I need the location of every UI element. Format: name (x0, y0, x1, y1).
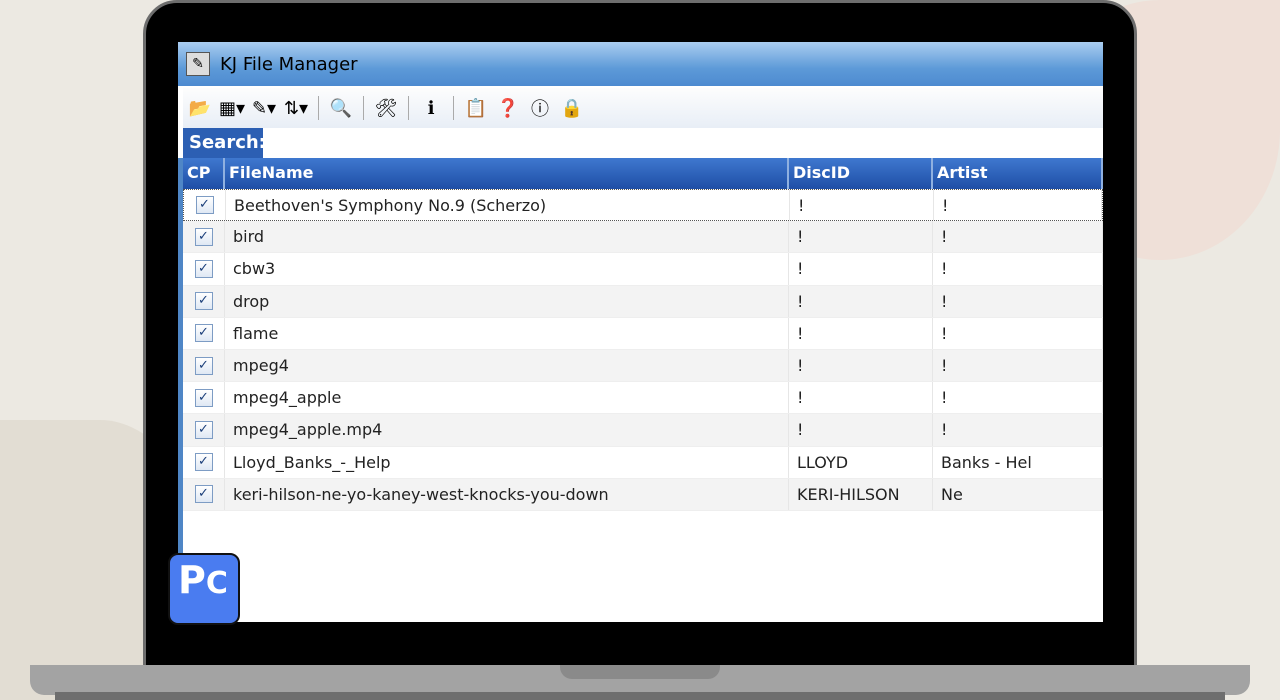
filename-cell: Lloyd_Banks_-_Help (225, 446, 789, 478)
toolbar-separator (453, 96, 454, 120)
column-header-artist[interactable]: Artist (933, 158, 1103, 189)
cp-checkbox[interactable]: ✓ (194, 453, 213, 472)
table-row[interactable]: ✓ Beethoven's Symphony No.9 (Scherzo) ! … (183, 189, 1103, 222)
cp-cell: ✓ (184, 190, 226, 221)
artist-cell: Ne (933, 478, 1103, 510)
table-row[interactable]: ✓ drop ! ! (183, 285, 1103, 318)
cp-checkbox[interactable]: ✓ (194, 227, 213, 246)
discid-cell: ! (789, 253, 933, 285)
cp-checkbox[interactable]: ✓ (194, 292, 213, 311)
table-view-icon[interactable]: ▦▾ (219, 95, 245, 121)
cp-cell: ✓ (183, 414, 225, 446)
artist-cell: ! (933, 414, 1103, 446)
search-input[interactable] (263, 128, 1103, 160)
filename-cell: flame (225, 317, 789, 349)
cp-checkbox[interactable]: ✓ (194, 259, 213, 278)
discid-cell: ! (789, 317, 933, 349)
cp-checkbox[interactable]: ✓ (194, 485, 213, 504)
table-row[interactable]: ✓ keri-hilson-ne-yo-kaney-west-knocks-yo… (183, 478, 1103, 511)
cp-checkbox[interactable]: ✓ (194, 388, 213, 407)
cp-cell: ✓ (183, 446, 225, 478)
discid-cell: ! (789, 221, 933, 253)
artist-cell: ! (933, 221, 1103, 253)
filename-cell: mpeg4 (225, 349, 789, 382)
discid-cell: ! (789, 382, 933, 414)
filename-cell: mpeg4_apple (225, 382, 789, 414)
filename-cell: keri-hilson-ne-yo-kaney-west-knocks-you-… (225, 478, 789, 510)
about-icon[interactable]: ⓘ (527, 95, 553, 121)
artist-cell: ! (933, 285, 1103, 317)
filename-cell: mpeg4_apple.mp4 (225, 414, 789, 446)
toolbar-separator (318, 96, 319, 120)
table-row[interactable]: ✓ cbw3 ! ! (183, 253, 1103, 286)
table-row[interactable]: ✓ mpeg4_apple ! ! (183, 382, 1103, 415)
cp-cell: ✓ (183, 382, 225, 414)
artist-cell: ! (933, 253, 1103, 285)
watermark-logo: PC (168, 553, 240, 625)
search-icon[interactable]: 🔍 (328, 95, 354, 121)
discid-cell: ! (789, 414, 933, 446)
discid-cell: ! (790, 190, 934, 221)
table-row[interactable]: ✓ Lloyd_Banks_-_Help LLOYD Banks - Hel (183, 446, 1103, 479)
grid-header: CP FileName DiscID Artist (183, 158, 1103, 189)
column-header-filename[interactable]: FileName (225, 158, 789, 189)
cp-checkbox[interactable]: ✓ (194, 356, 213, 375)
app-window: ✎ KJ File Manager 📂 ▦▾ ✎▾ ⇅▾ 🔍 🛠 ℹ 📋 ❓ ⓘ 🔒 Search:… (178, 42, 1103, 622)
toolbar-separator (408, 96, 409, 120)
table-row[interactable]: ✓ mpeg4_apple.mp4 ! ! (183, 414, 1103, 447)
artist-cell: Banks - Hel (933, 446, 1103, 478)
laptop-notch (560, 665, 720, 679)
file-grid: CP FileName DiscID Artist ✓ Beethoven's … (178, 158, 1103, 622)
tools-icon[interactable]: 🛠 (373, 95, 399, 121)
cp-cell: ✓ (183, 221, 225, 253)
window-title: KJ File Manager (220, 53, 358, 75)
cp-cell: ✓ (183, 349, 225, 382)
discid-cell: ! (789, 349, 933, 382)
artist-cell: ! (934, 190, 1102, 221)
cp-checkbox[interactable]: ✓ (195, 196, 214, 215)
filename-cell: cbw3 (225, 253, 789, 285)
cp-checkbox[interactable]: ✓ (194, 420, 213, 439)
sort-az-icon[interactable]: ⇅▾ (283, 95, 309, 121)
table-row[interactable]: ✓ flame ! ! (183, 317, 1103, 350)
artist-cell: ! (933, 349, 1103, 382)
toolbar: 📂 ▦▾ ✎▾ ⇅▾ 🔍 🛠 ℹ 📋 ❓ ⓘ 🔒 (183, 88, 1103, 128)
open-folder-icon[interactable]: 📂 (187, 95, 213, 121)
cp-cell: ✓ (183, 317, 225, 349)
app-icon: ✎ (186, 52, 210, 76)
discid-cell: LLOYD (789, 446, 933, 478)
title-bar: ✎ KJ File Manager (178, 42, 1103, 86)
artist-cell: ! (933, 317, 1103, 349)
filename-cell: Beethoven's Symphony No.9 (Scherzo) (226, 190, 790, 221)
help-icon[interactable]: ❓ (495, 95, 521, 121)
search-label: Search: (183, 128, 266, 160)
cp-cell: ✓ (183, 478, 225, 510)
lock-user-icon[interactable]: 🔒 (559, 95, 585, 121)
table-row[interactable]: ✓ mpeg4 ! ! (183, 349, 1103, 383)
info-i-icon[interactable]: ℹ (418, 95, 444, 121)
edit-icon[interactable]: ✎▾ (251, 95, 277, 121)
cp-cell: ✓ (183, 253, 225, 285)
table-row[interactable]: ✓ bird ! ! (183, 221, 1103, 254)
laptop-base-shadow (55, 692, 1225, 700)
discid-cell: KERI-HILSON (789, 478, 933, 510)
cp-cell: ✓ (183, 285, 225, 317)
column-header-discid[interactable]: DiscID (789, 158, 933, 189)
filename-cell: drop (225, 285, 789, 317)
discid-cell: ! (789, 285, 933, 317)
toolbar-separator (363, 96, 364, 120)
filename-cell: bird (225, 221, 789, 253)
artist-cell: ! (933, 382, 1103, 414)
cp-checkbox[interactable]: ✓ (194, 324, 213, 343)
column-header-cp[interactable]: CP (183, 158, 225, 189)
properties-icon[interactable]: 📋 (463, 95, 489, 121)
search-bar: Search: (183, 128, 1103, 160)
